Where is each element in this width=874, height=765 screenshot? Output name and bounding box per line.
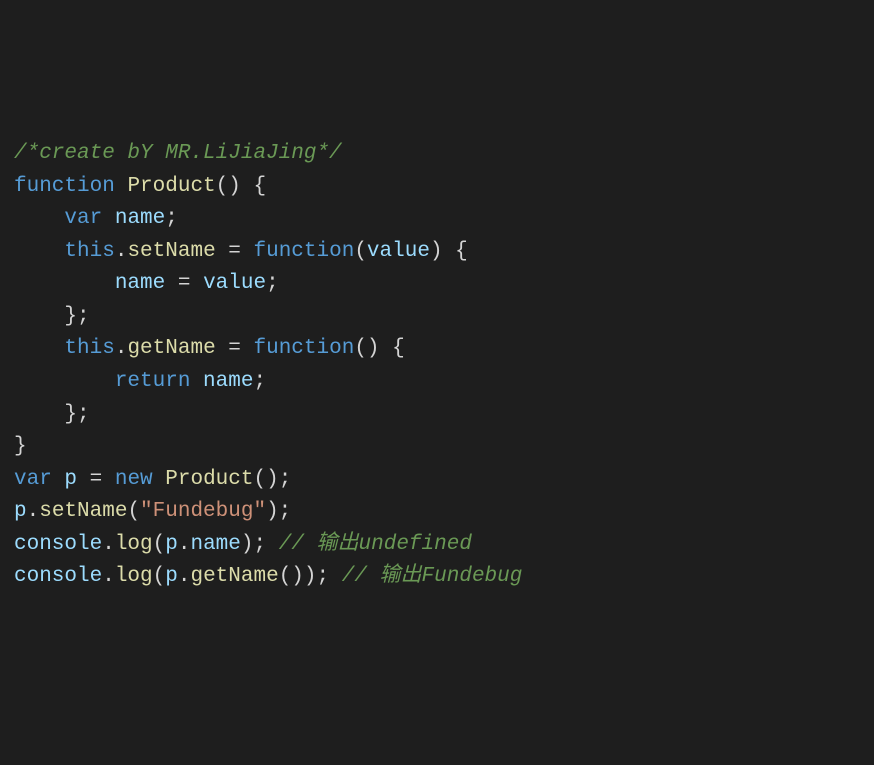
keyword-new: new bbox=[115, 468, 153, 491]
method-call: log bbox=[115, 533, 153, 556]
code-line-19: console.log(p.getName()); // 输出Fundebug bbox=[14, 561, 860, 594]
method-call: log bbox=[115, 565, 153, 588]
variable: name bbox=[190, 370, 253, 393]
comment: // 输出Fundebug bbox=[342, 565, 523, 588]
parameter: value bbox=[367, 240, 430, 263]
property: name bbox=[190, 533, 240, 556]
code-line-6: this.setName = function(value) { bbox=[14, 236, 860, 269]
string-literal: "Fundebug" bbox=[140, 500, 266, 523]
brace: { bbox=[241, 175, 266, 198]
keyword-function: function bbox=[253, 337, 354, 360]
this-keyword: this bbox=[64, 337, 114, 360]
variable: p bbox=[52, 468, 77, 491]
code-line-15: var p = new Product(); bbox=[14, 464, 860, 497]
code-line-7: name = value; bbox=[14, 268, 860, 301]
function-name: Product bbox=[127, 175, 215, 198]
code-editor[interactable]: /*create bY MR.LiJiaJing*/ function Produ… bbox=[14, 138, 860, 594]
comment: /*create bY MR.LiJiaJing*/ bbox=[14, 142, 342, 165]
parens: () bbox=[216, 175, 241, 198]
object: p bbox=[14, 500, 27, 523]
keyword-var: var bbox=[64, 207, 102, 230]
variable: name bbox=[102, 207, 165, 230]
method-call: getName bbox=[190, 565, 278, 588]
this-keyword: this bbox=[64, 240, 114, 263]
object: console bbox=[14, 533, 102, 556]
keyword-function: function bbox=[14, 175, 115, 198]
semicolon: ; bbox=[165, 207, 178, 230]
code-line-4: var name; bbox=[14, 203, 860, 236]
code-line-11: return name; bbox=[14, 366, 860, 399]
comment: // 输出undefined bbox=[279, 533, 472, 556]
method-name: setName bbox=[127, 240, 215, 263]
code-line-8: }; bbox=[14, 301, 860, 334]
variable: value bbox=[203, 272, 266, 295]
code-line-1: /*create bY MR.LiJiaJing*/ bbox=[14, 138, 860, 171]
keyword-function: function bbox=[253, 240, 354, 263]
method-name: getName bbox=[127, 337, 215, 360]
code-line-10: this.getName = function() { bbox=[14, 333, 860, 366]
variable: name bbox=[115, 272, 165, 295]
keyword-return: return bbox=[115, 370, 191, 393]
code-line-18: console.log(p.name); // 输出undefined bbox=[14, 529, 860, 562]
code-line-13: } bbox=[14, 431, 860, 464]
code-line-16: p.setName("Fundebug"); bbox=[14, 496, 860, 529]
method-call: setName bbox=[39, 500, 127, 523]
function-name: Product bbox=[165, 468, 253, 491]
keyword-var: var bbox=[14, 468, 52, 491]
code-line-12: }; bbox=[14, 399, 860, 432]
code-line-2: function Product() { bbox=[14, 171, 860, 204]
object: console bbox=[14, 565, 102, 588]
